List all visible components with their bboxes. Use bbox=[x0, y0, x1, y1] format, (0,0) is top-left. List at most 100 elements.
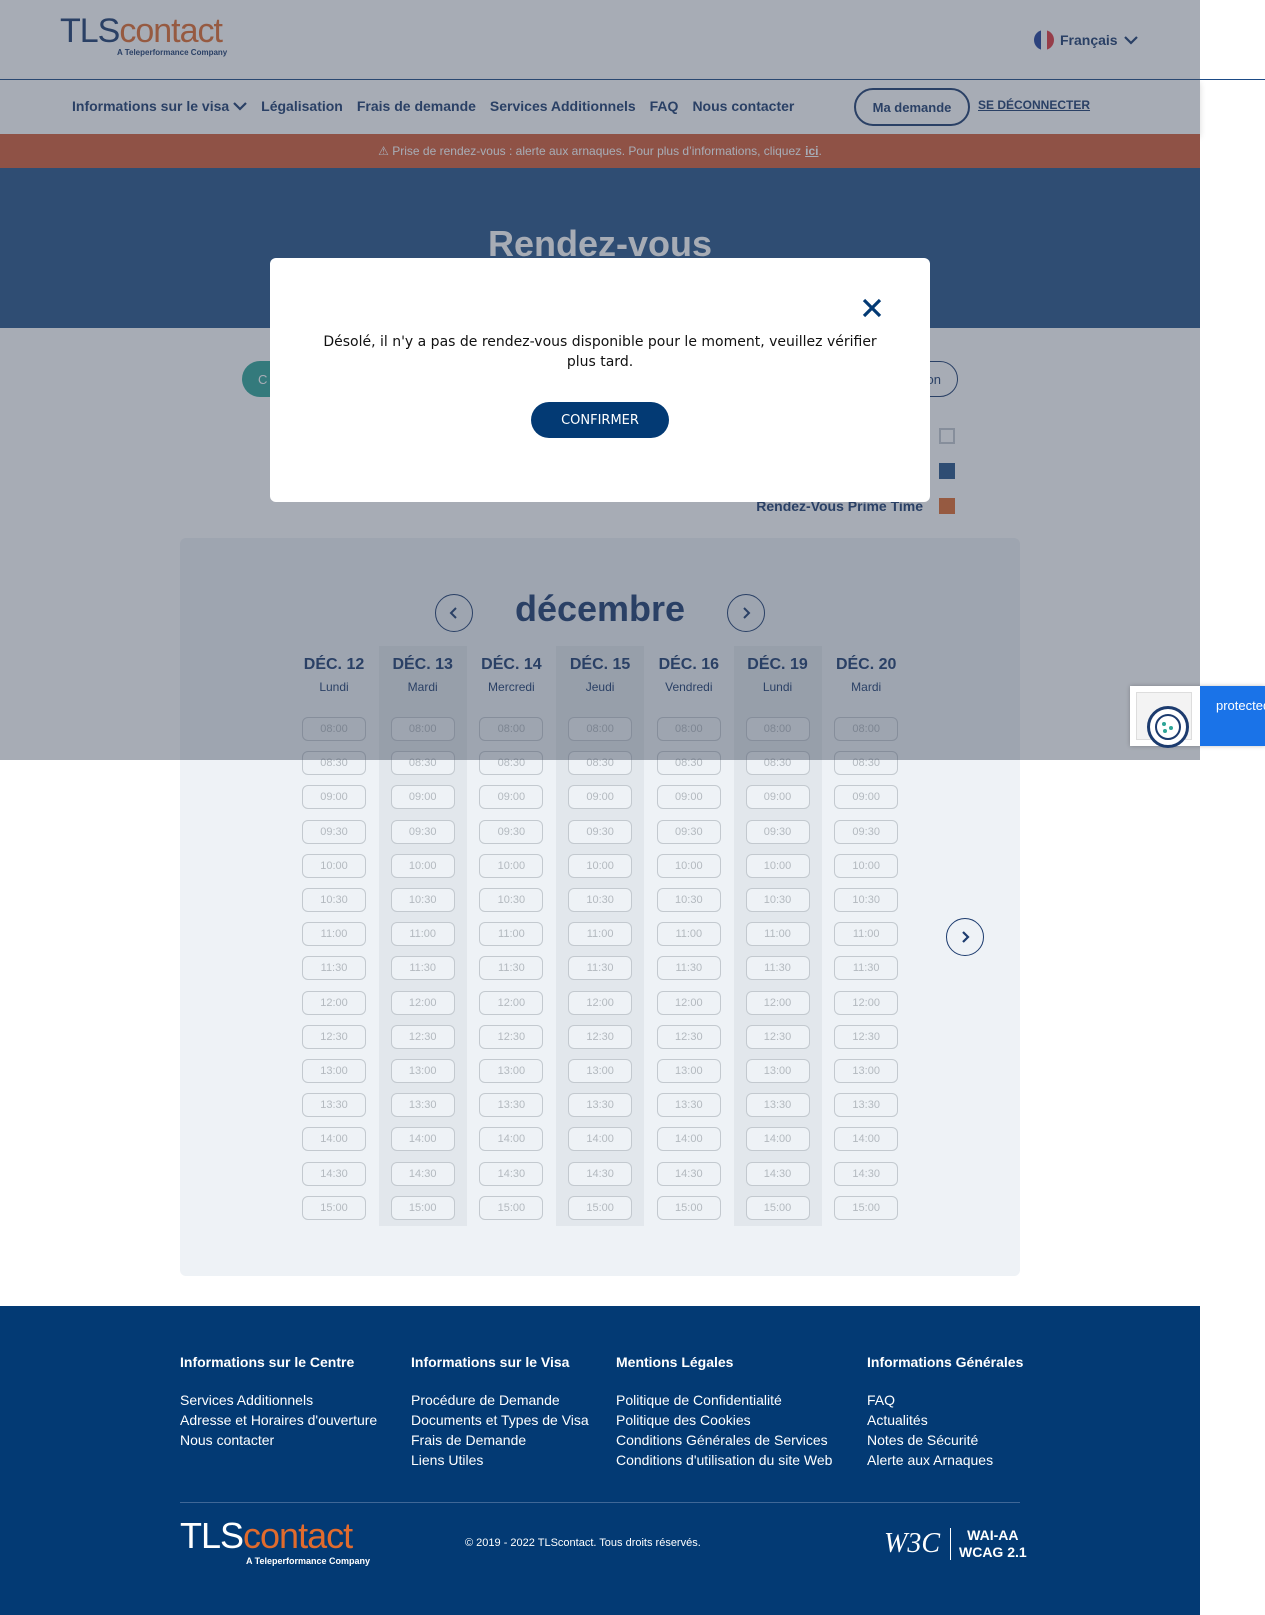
time-slot[interactable]: 11:30 bbox=[656, 956, 721, 981]
time-slot[interactable]: 13:30 bbox=[479, 1093, 544, 1118]
footer-link[interactable]: Conditions d'utilisation du site Web bbox=[616, 1450, 832, 1470]
time-slot[interactable]: 12:00 bbox=[568, 990, 633, 1015]
time-slot[interactable]: 11:00 bbox=[302, 922, 366, 947]
time-slot[interactable]: 11:00 bbox=[479, 922, 544, 947]
time-slot[interactable]: 13:30 bbox=[302, 1093, 366, 1118]
footer-link[interactable]: Frais de Demande bbox=[411, 1430, 589, 1450]
time-slot[interactable]: 11:00 bbox=[834, 922, 899, 947]
time-slot[interactable]: 09:30 bbox=[656, 819, 721, 844]
time-slot[interactable]: 11:30 bbox=[302, 956, 366, 981]
time-slot[interactable]: 14:30 bbox=[656, 1161, 721, 1186]
time-slot[interactable]: 10:00 bbox=[834, 853, 899, 878]
footer-link[interactable]: Procédure de Demande bbox=[411, 1390, 589, 1410]
time-slot[interactable]: 09:00 bbox=[656, 785, 721, 810]
time-slot[interactable]: 12:00 bbox=[656, 990, 721, 1015]
time-slot[interactable]: 12:00 bbox=[745, 990, 810, 1015]
footer-link[interactable]: FAQ bbox=[867, 1390, 1023, 1410]
time-slot[interactable]: 13:30 bbox=[745, 1093, 810, 1118]
time-slot[interactable]: 09:30 bbox=[390, 819, 455, 844]
footer-link[interactable]: Alerte aux Arnaques bbox=[867, 1450, 1023, 1470]
time-slot[interactable]: 13:00 bbox=[568, 1059, 633, 1083]
footer-link[interactable]: Adresse et Horaires d'ouverture bbox=[180, 1410, 377, 1430]
time-slot[interactable]: 09:30 bbox=[568, 819, 633, 844]
time-slot[interactable]: 15:00 bbox=[479, 1195, 544, 1220]
time-slot[interactable]: 09:00 bbox=[479, 785, 544, 810]
time-slot[interactable]: 11:00 bbox=[390, 922, 455, 947]
time-slot[interactable]: 14:00 bbox=[568, 1127, 633, 1152]
time-slot[interactable]: 15:00 bbox=[656, 1195, 721, 1220]
time-slot[interactable]: 10:30 bbox=[302, 888, 366, 912]
time-slot[interactable]: 12:30 bbox=[834, 1024, 899, 1049]
time-slot[interactable]: 13:30 bbox=[390, 1093, 455, 1118]
time-slot[interactable]: 14:30 bbox=[834, 1161, 899, 1186]
time-slot[interactable]: 13:00 bbox=[834, 1059, 899, 1083]
time-slot[interactable]: 15:00 bbox=[390, 1195, 455, 1220]
footer-link[interactable]: Services Additionnels bbox=[180, 1390, 377, 1410]
time-slot[interactable]: 13:30 bbox=[656, 1093, 721, 1118]
time-slot[interactable]: 14:30 bbox=[302, 1161, 366, 1186]
time-slot[interactable]: 10:00 bbox=[568, 853, 633, 878]
time-slot[interactable]: 14:30 bbox=[390, 1161, 455, 1186]
footer-link[interactable]: Liens Utiles bbox=[411, 1450, 589, 1470]
time-slot[interactable]: 15:00 bbox=[834, 1195, 899, 1220]
time-slot[interactable]: 10:30 bbox=[479, 888, 544, 912]
confirm-button[interactable]: CONFIRMER bbox=[531, 402, 669, 438]
time-slot[interactable]: 13:00 bbox=[745, 1059, 810, 1083]
time-slot[interactable]: 13:00 bbox=[302, 1059, 366, 1083]
time-slot[interactable]: 12:30 bbox=[479, 1024, 544, 1049]
time-slot[interactable]: 11:30 bbox=[745, 956, 810, 981]
time-slot[interactable]: 13:00 bbox=[656, 1059, 721, 1083]
time-slot[interactable]: 10:30 bbox=[390, 888, 455, 912]
time-slot[interactable]: 13:00 bbox=[479, 1059, 544, 1083]
time-slot[interactable]: 13:30 bbox=[568, 1093, 633, 1118]
time-slot[interactable]: 14:00 bbox=[834, 1127, 899, 1152]
time-slot[interactable]: 10:00 bbox=[302, 853, 366, 878]
time-slot[interactable]: 11:00 bbox=[568, 922, 633, 947]
time-slot[interactable]: 11:30 bbox=[479, 956, 544, 981]
time-slot[interactable]: 15:00 bbox=[745, 1195, 810, 1220]
time-slot[interactable]: 14:30 bbox=[745, 1161, 810, 1186]
time-slot[interactable]: 12:00 bbox=[302, 990, 366, 1015]
time-slot[interactable]: 09:00 bbox=[302, 785, 366, 810]
time-slot[interactable]: 14:30 bbox=[568, 1161, 633, 1186]
time-slot[interactable]: 09:30 bbox=[302, 819, 366, 844]
time-slot[interactable]: 13:00 bbox=[390, 1059, 455, 1083]
cookie-settings-button[interactable] bbox=[1147, 706, 1189, 748]
next-days-button[interactable] bbox=[946, 918, 984, 956]
close-button[interactable] bbox=[858, 294, 886, 322]
time-slot[interactable]: 12:30 bbox=[656, 1024, 721, 1049]
time-slot[interactable]: 09:30 bbox=[834, 819, 899, 844]
time-slot[interactable]: 11:00 bbox=[656, 922, 721, 947]
time-slot[interactable]: 09:30 bbox=[479, 819, 544, 844]
footer-link[interactable]: Politique des Cookies bbox=[616, 1410, 832, 1430]
time-slot[interactable]: 14:00 bbox=[745, 1127, 810, 1152]
time-slot[interactable]: 11:30 bbox=[390, 956, 455, 981]
time-slot[interactable]: 12:30 bbox=[745, 1024, 810, 1049]
time-slot[interactable]: 09:00 bbox=[568, 785, 633, 810]
time-slot[interactable]: 11:00 bbox=[745, 922, 810, 947]
time-slot[interactable]: 09:00 bbox=[745, 785, 810, 810]
footer-link[interactable]: Nous contacter bbox=[180, 1430, 377, 1450]
time-slot[interactable]: 09:00 bbox=[390, 785, 455, 810]
time-slot[interactable]: 10:30 bbox=[834, 888, 899, 912]
time-slot[interactable]: 10:00 bbox=[390, 853, 455, 878]
time-slot[interactable]: 12:00 bbox=[479, 990, 544, 1015]
footer-link[interactable]: Conditions Générales de Services bbox=[616, 1430, 832, 1450]
time-slot[interactable]: 11:30 bbox=[834, 956, 899, 981]
time-slot[interactable]: 10:30 bbox=[656, 888, 721, 912]
footer-logo[interactable]: TLScontact A Teleperformance Company bbox=[180, 1518, 380, 1570]
time-slot[interactable]: 14:00 bbox=[390, 1127, 455, 1152]
time-slot[interactable]: 13:30 bbox=[834, 1093, 899, 1118]
time-slot[interactable]: 14:30 bbox=[479, 1161, 544, 1186]
time-slot[interactable]: 12:30 bbox=[568, 1024, 633, 1049]
time-slot[interactable]: 14:00 bbox=[302, 1127, 366, 1152]
time-slot[interactable]: 12:00 bbox=[834, 990, 899, 1015]
time-slot[interactable]: 10:00 bbox=[479, 853, 544, 878]
time-slot[interactable]: 09:30 bbox=[745, 819, 810, 844]
footer-link[interactable]: Actualités bbox=[867, 1410, 1023, 1430]
time-slot[interactable]: 15:00 bbox=[568, 1195, 633, 1220]
time-slot[interactable]: 14:00 bbox=[479, 1127, 544, 1152]
time-slot[interactable]: 10:00 bbox=[656, 853, 721, 878]
time-slot[interactable]: 12:30 bbox=[302, 1024, 366, 1049]
time-slot[interactable]: 15:00 bbox=[302, 1195, 366, 1220]
